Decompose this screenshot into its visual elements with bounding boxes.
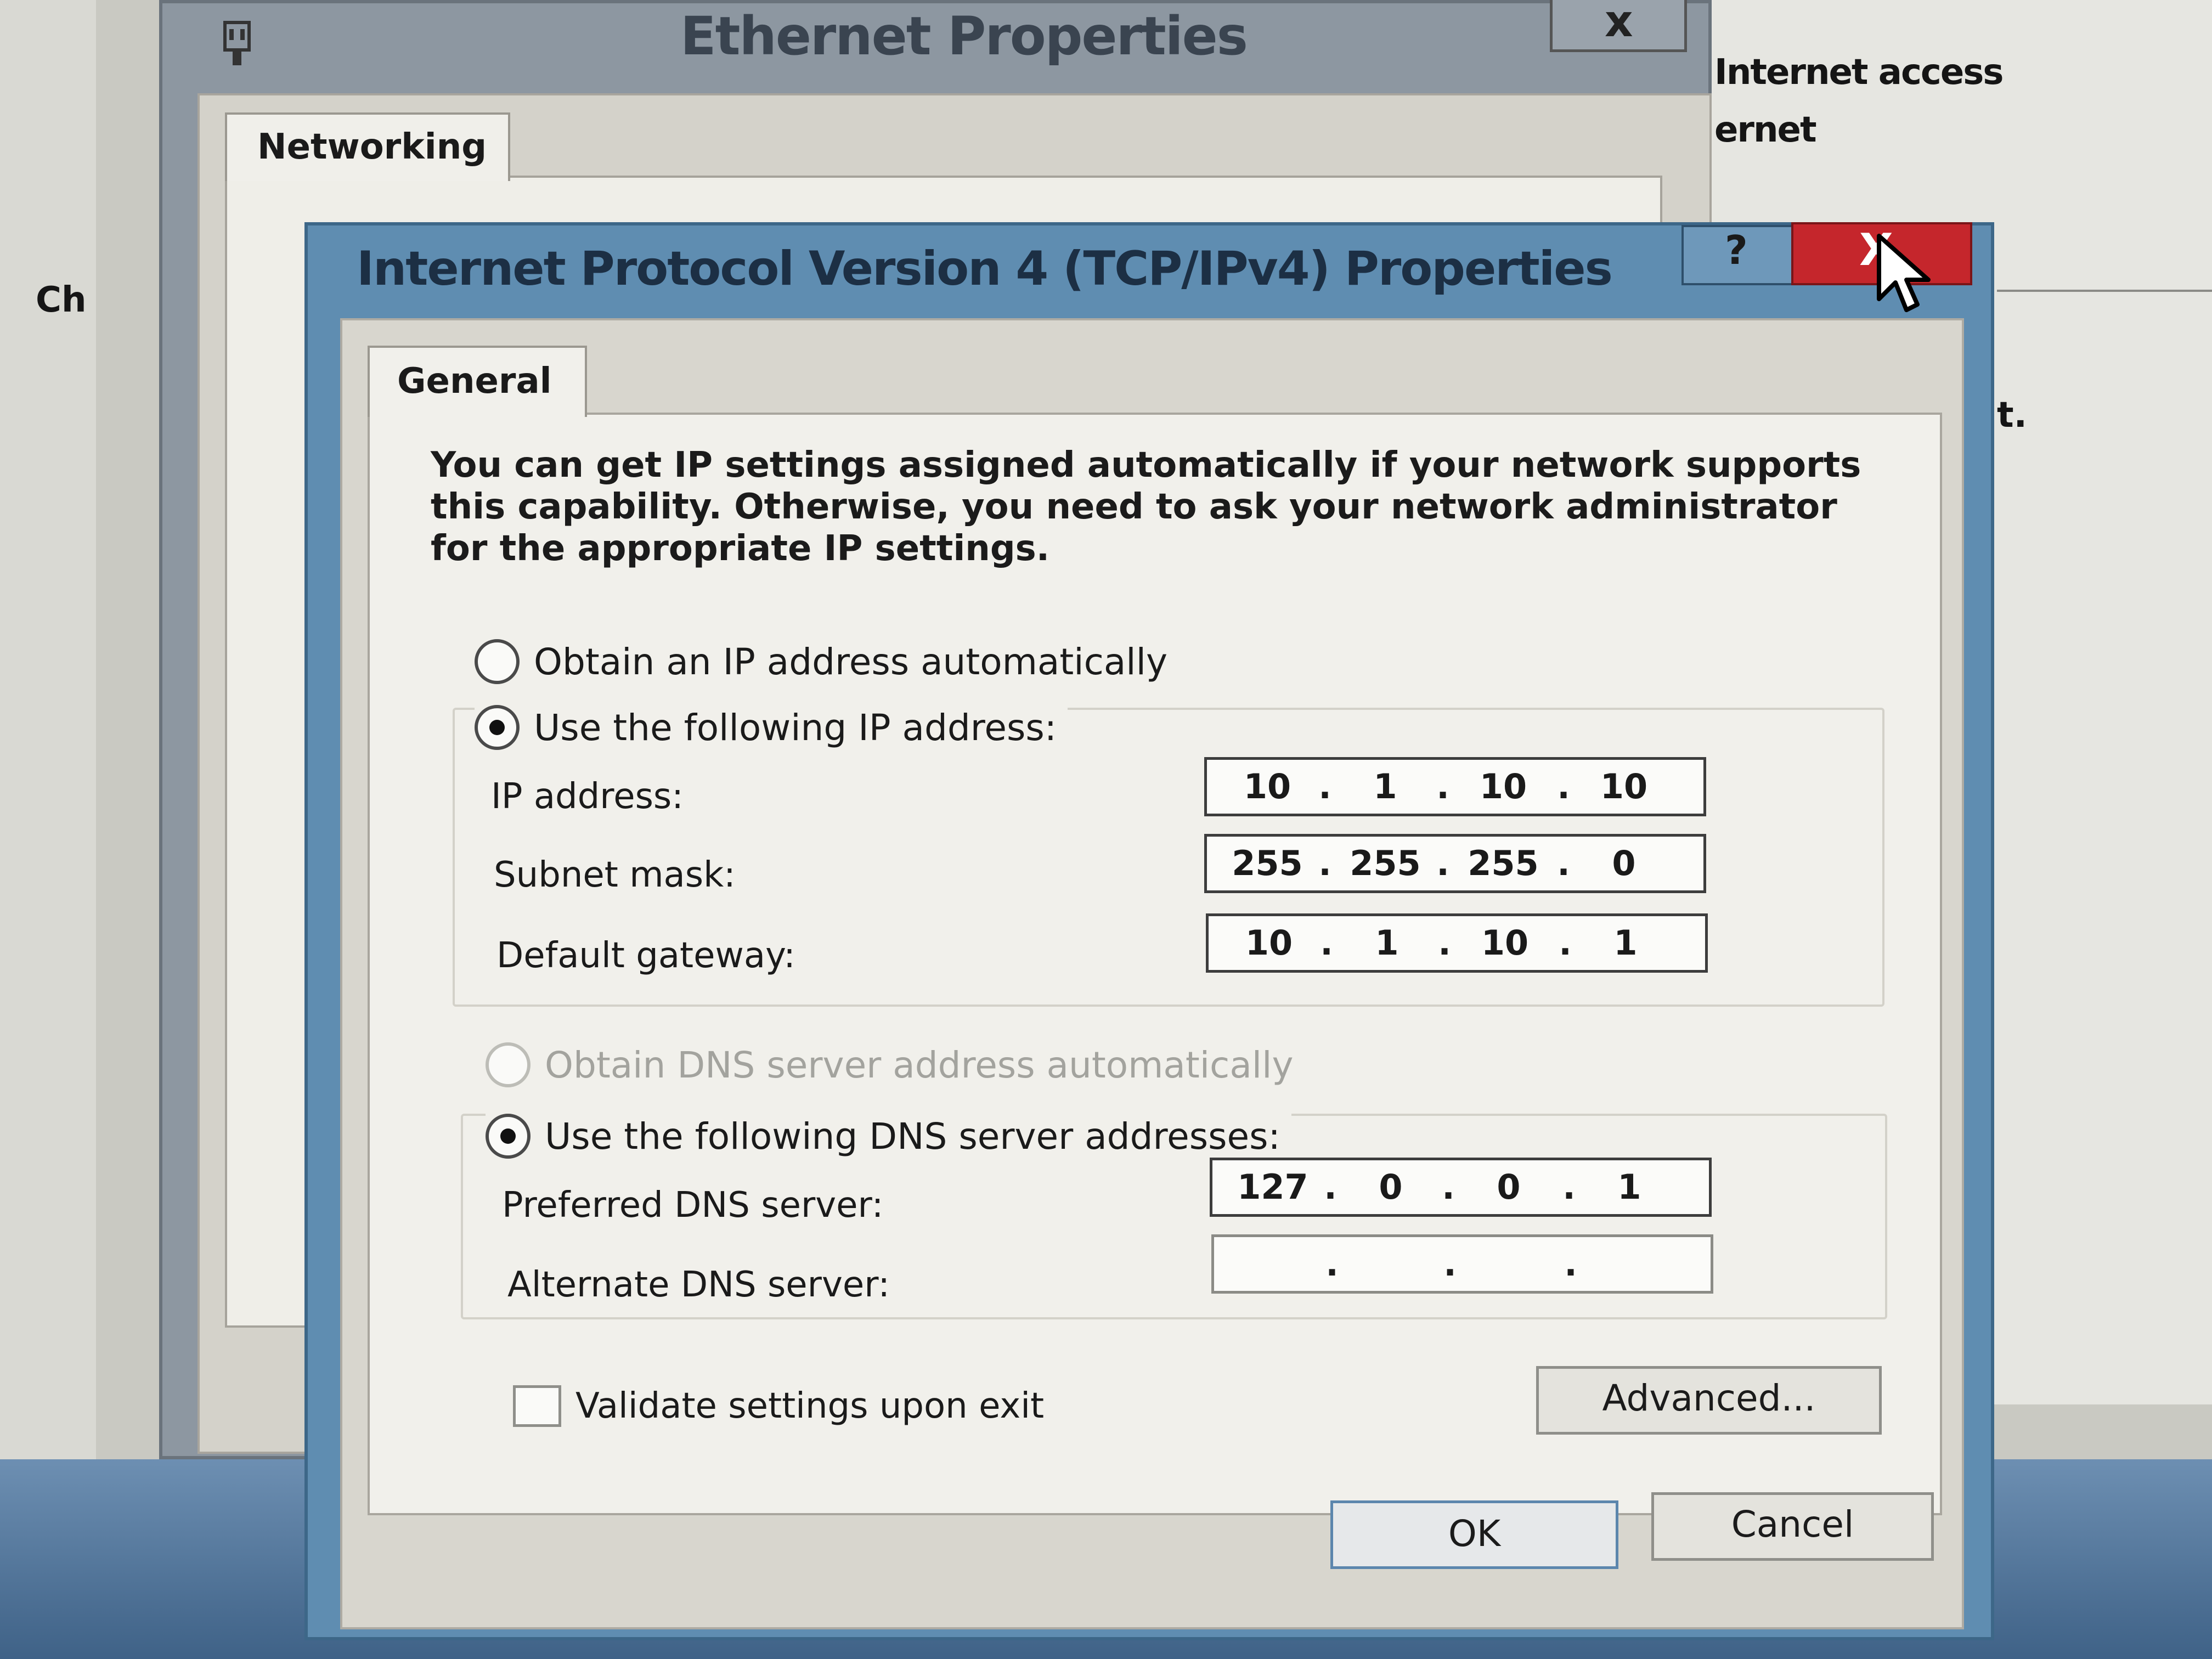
octet-separator: .: [1557, 843, 1570, 883]
obtain-ip-auto-label: Obtain an IP address automatically: [534, 640, 1168, 683]
default-gateway-label: Default gateway:: [496, 935, 795, 976]
ok-button[interactable]: OK: [1330, 1500, 1618, 1569]
octet[interactable]: 10: [1585, 766, 1662, 806]
octet-separator: .: [1438, 923, 1451, 963]
octet-separator: .: [1436, 766, 1449, 806]
octet[interactable]: 127: [1234, 1167, 1311, 1207]
preferred-dns-field[interactable]: 127 . 0 . 0 . 1: [1210, 1158, 1712, 1217]
octet[interactable]: 10: [1465, 766, 1542, 806]
octet-separator: .: [1562, 1167, 1576, 1207]
octet[interactable]: 10: [1466, 923, 1543, 963]
internet-access-text: Internet access: [1714, 52, 2004, 93]
desktop-background: [0, 0, 96, 1659]
mouse-cursor-icon: [1877, 234, 1931, 312]
octet[interactable]: 0: [1470, 1167, 1547, 1207]
ip-address-field[interactable]: 10 . 1 . 10 . 10: [1204, 757, 1706, 816]
tab-networking[interactable]: Networking: [225, 112, 510, 181]
octet-separator: .: [1564, 1244, 1577, 1284]
intro-text: You can get IP settings assigned automat…: [431, 444, 1868, 569]
tab-general[interactable]: General: [368, 346, 587, 417]
octet-separator: .: [1559, 923, 1572, 963]
intro-line: this capability. Otherwise, you need to …: [431, 487, 1837, 527]
octet-separator: .: [1325, 1244, 1339, 1284]
obtain-dns-auto-option: Obtain DNS server address automatically: [486, 1042, 1294, 1087]
obtain-dns-auto-label: Obtain DNS server address automatically: [545, 1043, 1294, 1086]
background-window-text: Ch: [36, 280, 87, 320]
octet-separator: .: [1320, 923, 1333, 963]
ip-address-label: IP address:: [491, 776, 684, 817]
octet-separator: .: [1318, 766, 1331, 806]
obtain-ip-auto-option[interactable]: Obtain an IP address automatically: [475, 639, 1167, 684]
octet-separator: .: [1442, 1167, 1455, 1207]
help-icon: ?: [1725, 227, 1748, 273]
octet[interactable]: 255: [1347, 843, 1424, 883]
radio-button-selected[interactable]: [475, 705, 520, 750]
dialog-title: Internet Protocol Version 4 (TCP/IPv4) P…: [357, 241, 1613, 296]
octet-separator: .: [1443, 1244, 1457, 1284]
default-gateway-field[interactable]: 10 . 1 . 10 . 1: [1206, 913, 1708, 973]
intro-line: for the appropriate IP settings.: [431, 528, 1050, 569]
octet[interactable]: 255: [1229, 843, 1306, 883]
cancel-button[interactable]: Cancel: [1651, 1492, 1934, 1561]
octet[interactable]: 1: [1587, 923, 1664, 963]
validate-label: Validate settings upon exit: [575, 1386, 1045, 1426]
octet-separator: .: [1318, 843, 1331, 883]
radio-button-disabled: [486, 1042, 531, 1087]
help-button[interactable]: ?: [1681, 225, 1794, 285]
octet[interactable]: 0: [1585, 843, 1662, 883]
octet[interactable]: 10: [1231, 923, 1307, 963]
radio-button-selected[interactable]: [486, 1114, 531, 1159]
octet-separator: .: [1324, 1167, 1337, 1207]
octet-separator: .: [1436, 843, 1449, 883]
advanced-button[interactable]: Advanced...: [1536, 1366, 1882, 1435]
subnet-mask-field[interactable]: 255 . 255 . 255 . 0: [1204, 834, 1706, 893]
alternate-dns-field[interactable]: . . .: [1211, 1234, 1713, 1294]
use-following-dns-label: Use the following DNS server addresses:: [545, 1115, 1280, 1158]
preferred-dns-label: Preferred DNS server:: [502, 1185, 884, 1226]
network-adapter-icon: [219, 19, 255, 69]
octet[interactable]: 255: [1465, 843, 1542, 883]
divider: [1997, 290, 2212, 292]
use-following-ip-option[interactable]: Use the following IP address:: [475, 705, 1068, 750]
ethernet-link-text[interactable]: ernet: [1714, 110, 1817, 150]
octet-separator: .: [1557, 766, 1570, 806]
radio-button[interactable]: [475, 639, 520, 684]
validate-settings-option[interactable]: Validate settings upon exit: [513, 1385, 1044, 1427]
octet[interactable]: 1: [1591, 1167, 1668, 1207]
octet[interactable]: 1: [1348, 923, 1425, 963]
ethernet-close-button[interactable]: x: [1550, 0, 1687, 52]
octet[interactable]: 10: [1229, 766, 1306, 806]
octet[interactable]: 0: [1352, 1167, 1429, 1207]
octet[interactable]: 1: [1347, 766, 1424, 806]
ethernet-window-title: Ethernet Properties: [680, 5, 1248, 67]
use-following-dns-option[interactable]: Use the following DNS server addresses:: [486, 1114, 1291, 1159]
use-following-ip-label: Use the following IP address:: [534, 706, 1057, 749]
subnet-mask-label: Subnet mask:: [494, 855, 736, 895]
validate-checkbox[interactable]: [513, 1385, 561, 1427]
close-icon: x: [1605, 0, 1633, 47]
background-partial-text: t.: [1997, 395, 2027, 436]
intro-line: You can get IP settings assigned automat…: [431, 445, 1861, 486]
alternate-dns-label: Alternate DNS server:: [507, 1265, 890, 1305]
